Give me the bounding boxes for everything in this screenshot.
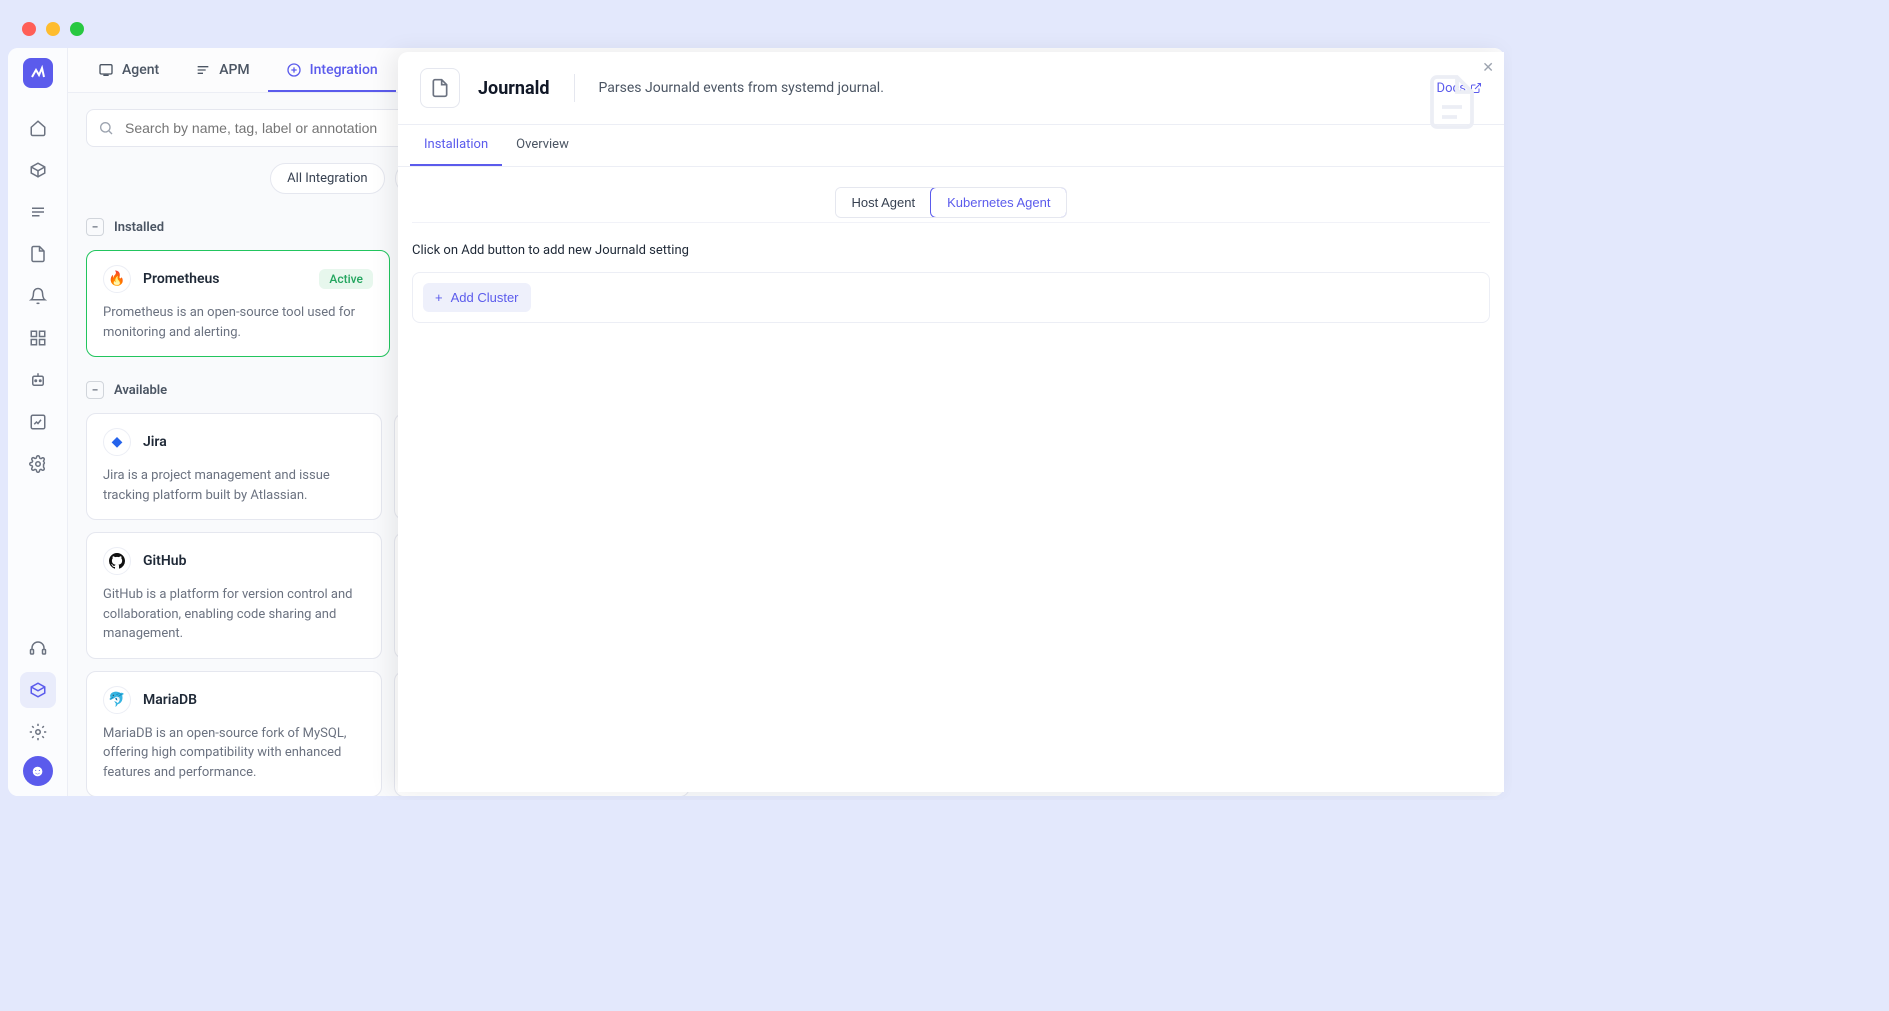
maximize-window-button[interactable] [70,22,84,36]
avatar[interactable]: ☻ [23,756,53,786]
dashboard-icon[interactable] [20,320,56,356]
headset-icon[interactable] [20,630,56,666]
tab-integration[interactable]: Integration [268,48,396,92]
subtab-installation[interactable]: Installation [410,125,502,166]
minimize-window-button[interactable] [46,22,60,36]
cluster-container: + Add Cluster [412,272,1490,323]
add-cluster-button[interactable]: + Add Cluster [423,283,531,312]
collapse-installed-button[interactable]: − [86,218,104,236]
browser-frame: ☻ Agent APM Integration RUM [0,0,1512,800]
card-title: Jira [143,434,167,450]
subtab-overview[interactable]: Overview [502,125,583,166]
jira-icon: ◆ [103,428,131,456]
panel-header: Journald Parses Journald events from sys… [398,52,1504,125]
tab-apm-label: APM [219,62,249,78]
journald-icon [420,68,460,108]
package-icon[interactable] [20,672,56,708]
window-traffic-lights [0,0,1512,48]
prometheus-icon: 🔥 [103,265,131,293]
gear-icon[interactable] [20,446,56,482]
panel-sub-tabs: Installation Overview [398,125,1504,167]
section-installed-label: Installed [114,220,164,235]
add-cluster-label: Add Cluster [451,290,519,305]
home-icon[interactable] [20,110,56,146]
plus-icon: + [435,290,443,305]
collapse-available-button[interactable]: − [86,381,104,399]
host-agent-button[interactable]: Host Agent [836,188,932,217]
bell-icon[interactable] [20,278,56,314]
integration-card-prometheus[interactable]: 🔥 Prometheus Active Prometheus is an ope… [86,250,390,357]
integration-card-jira[interactable]: ◆ Jira Jira is a project management and … [86,413,382,520]
card-description: Prometheus is an open-source tool used f… [103,303,373,342]
side-rail: ☻ [8,48,68,796]
robot-icon[interactable] [20,362,56,398]
card-title: Prometheus [143,271,220,287]
card-description: Jira is a project management and issue t… [103,466,365,505]
agent-toggle: Host Agent Kubernetes Agent [835,187,1068,218]
card-description: GitHub is a platform for version control… [103,585,365,644]
kubernetes-agent-button[interactable]: Kubernetes Agent [930,187,1067,218]
hint-text: Click on Add button to add new Journald … [412,239,1490,272]
panel-title: Journald [478,78,550,99]
integration-card-mariadb[interactable]: 🐬 MariaDB MariaDB is an open-source fork… [86,671,382,797]
card-title: GitHub [143,553,186,569]
chip-all-integration[interactable]: All Integration [270,163,384,194]
close-window-button[interactable] [22,22,36,36]
github-icon [103,547,131,575]
cube-icon[interactable] [20,152,56,188]
search-icon [98,120,114,136]
divider [574,74,575,102]
tab-integration-label: Integration [310,62,378,78]
metrics-icon[interactable] [20,404,56,440]
integration-detail-panel: ✕ Journald Parses Journald events from s… [398,52,1504,792]
card-title: MariaDB [143,692,197,708]
settings-icon[interactable] [20,714,56,750]
panel-subtitle: Parses Journald events from systemd jour… [599,80,884,96]
card-description: MariaDB is an open-source fork of MySQL,… [103,724,365,783]
document-watermark-icon [1422,72,1482,132]
tab-agent-label: Agent [122,62,159,78]
mariadb-icon: 🐬 [103,686,131,714]
status-badge: Active [319,269,373,289]
panel-body: Host Agent Kubernetes Agent Click on Add… [398,167,1504,792]
document-icon[interactable] [20,236,56,272]
tab-agent[interactable]: Agent [80,48,177,92]
integration-card-github[interactable]: GitHub GitHub is a platform for version … [86,532,382,659]
tab-apm[interactable]: APM [177,48,267,92]
list-icon[interactable] [20,194,56,230]
brand-logo[interactable] [23,58,53,88]
section-available-label: Available [114,383,167,398]
